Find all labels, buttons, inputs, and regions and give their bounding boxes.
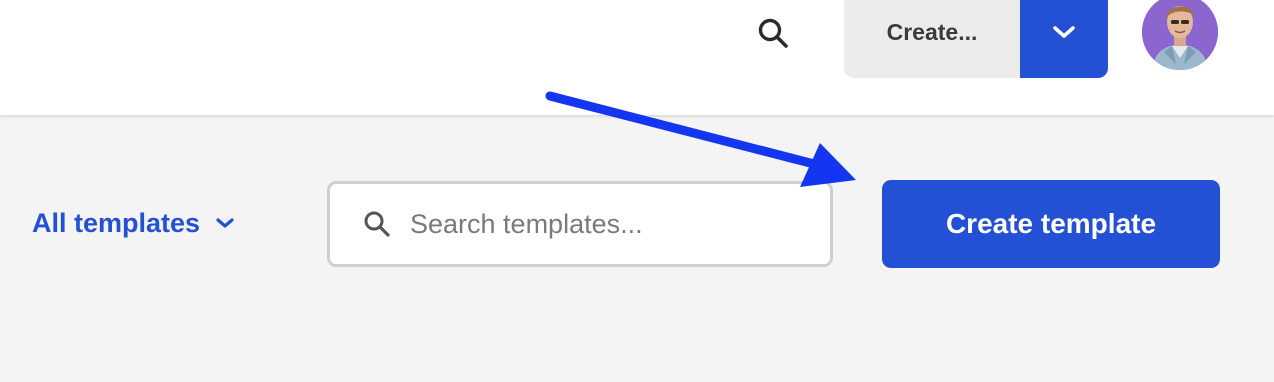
create-template-button[interactable]: Create template [882,180,1220,268]
search-input[interactable] [408,207,792,241]
create-split-button: Create... [844,0,1108,78]
create-template-label: Create template [945,208,1157,239]
avatar[interactable] [1142,0,1218,70]
top-navigation-bar: Create... [0,0,1274,115]
create-button[interactable]: Create... [844,0,1020,78]
chevron-down-icon [216,218,234,228]
create-dropdown-button[interactable] [1020,0,1108,78]
avatar-image [1142,0,1218,70]
create-button-label: Create... [886,18,978,45]
all-templates-label: All templates [32,207,201,238]
all-templates-filter[interactable]: All templates [32,205,236,241]
template-search-box[interactable] [327,181,833,267]
chevron-down-icon [1053,26,1075,38]
search-icon [364,211,390,237]
search-icon [758,18,788,48]
search-icon-wrapper [360,207,394,241]
header-search-button[interactable] [752,12,796,56]
